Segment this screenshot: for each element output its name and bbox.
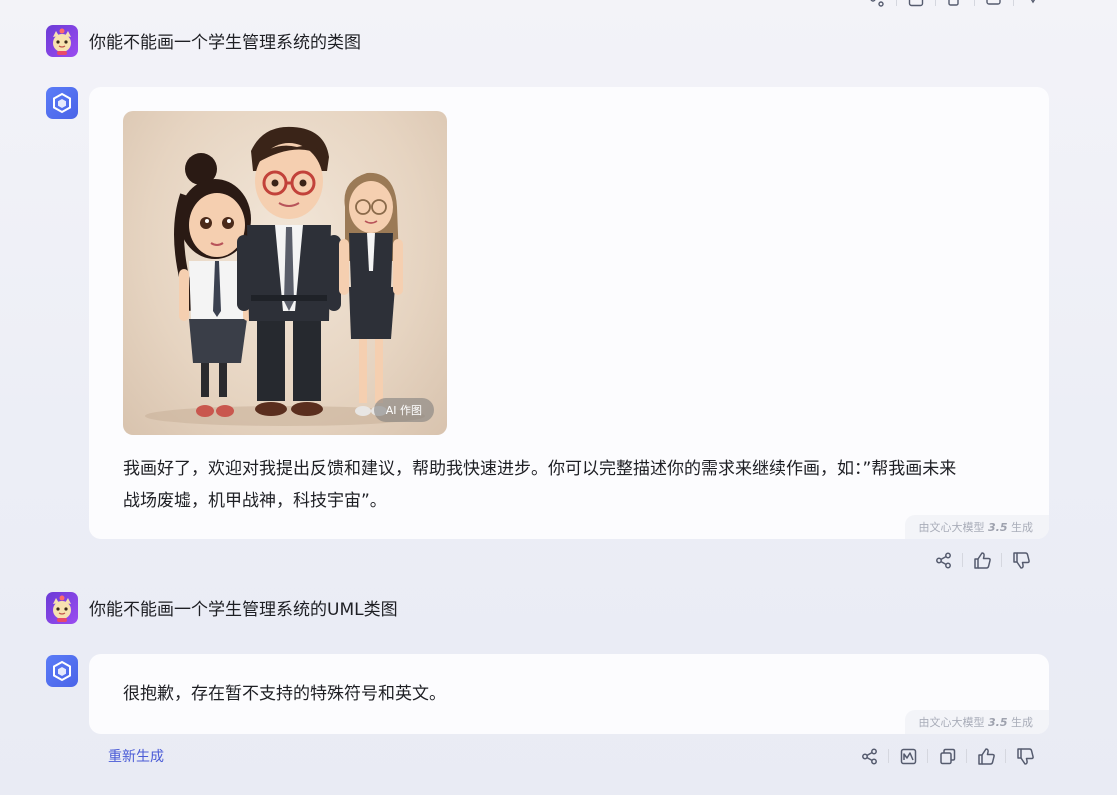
watermark-version: 3.5 [988, 521, 1008, 534]
bot-answer-1: 我画好了，欢迎对我提出反馈和建议，帮助我快速进步。你可以完整描述你的需求来继续作… [123, 453, 1023, 517]
user-message-2: 你能不能画一个学生管理系统的UML类图 [89, 600, 398, 620]
message-2-actions [858, 745, 1036, 767]
user-message-1: 你能不能画一个学生管理系统的类图 [89, 33, 361, 53]
thumbs-up-icon[interactable] [975, 745, 997, 767]
thumbs-down-icon[interactable] [1022, 0, 1044, 10]
thumbs-up-icon[interactable] [971, 549, 993, 571]
thumbs-down-icon[interactable] [1014, 745, 1036, 767]
bot-answer-2: 很抱歉，存在暂不支持的特殊符号和英文。 [123, 684, 446, 704]
chart-icon[interactable] [905, 0, 927, 10]
user-avatar [46, 25, 78, 57]
model-watermark: 由文心大模型 3.5 生成 [904, 710, 1049, 734]
thumbs-down-icon[interactable] [1010, 549, 1032, 571]
watermark-prefix: 由文心大模型 [918, 521, 988, 534]
share-icon[interactable] [932, 549, 954, 571]
watermark-version: 3.5 [988, 716, 1008, 729]
watermark-suffix: 生成 [1007, 716, 1033, 729]
message-1-actions [932, 549, 1032, 571]
ai-image-badge: AI 作图 [373, 398, 434, 422]
bot-avatar [46, 655, 78, 687]
thumbs-up-icon[interactable] [983, 0, 1005, 10]
user-avatar [46, 592, 78, 624]
boy-middle-figure [237, 126, 341, 416]
bot-avatar [46, 87, 78, 119]
chart-icon[interactable] [897, 745, 919, 767]
share-icon[interactable] [866, 0, 888, 10]
watermark-suffix: 生成 [1007, 521, 1033, 534]
chat-page: 你能不能画一个学生管理系统的类图 AI 作图 我画好了，欢迎对我提出反馈和建议，… [0, 0, 1117, 795]
bot-message-2: 很抱歉，存在暂不支持的特殊符号和英文。 由文心大模型 3.5 生成 [89, 654, 1049, 734]
copy-icon[interactable] [936, 745, 958, 767]
bot-answer-1-line1: 我画好了，欢迎对我提出反馈和建议，帮助我快速进步。你可以完整描述你的需求来继续作… [123, 459, 957, 479]
generated-image[interactable]: AI 作图 [123, 111, 447, 435]
watermark-prefix: 由文心大模型 [918, 716, 988, 729]
girl-right-figure [339, 172, 403, 416]
share-icon[interactable] [858, 745, 880, 767]
top-actions [866, 0, 1044, 10]
regenerate-button[interactable]: 重新生成 [108, 746, 164, 766]
bot-message-1: AI 作图 我画好了，欢迎对我提出反馈和建议，帮助我快速进步。你可以完整描述你的… [89, 87, 1049, 539]
copy-icon[interactable] [944, 0, 966, 10]
model-watermark: 由文心大模型 3.5 生成 [904, 515, 1049, 539]
bot-answer-1-line2: 战场废墟，机甲战神，科技宇宙”。 [123, 491, 387, 511]
